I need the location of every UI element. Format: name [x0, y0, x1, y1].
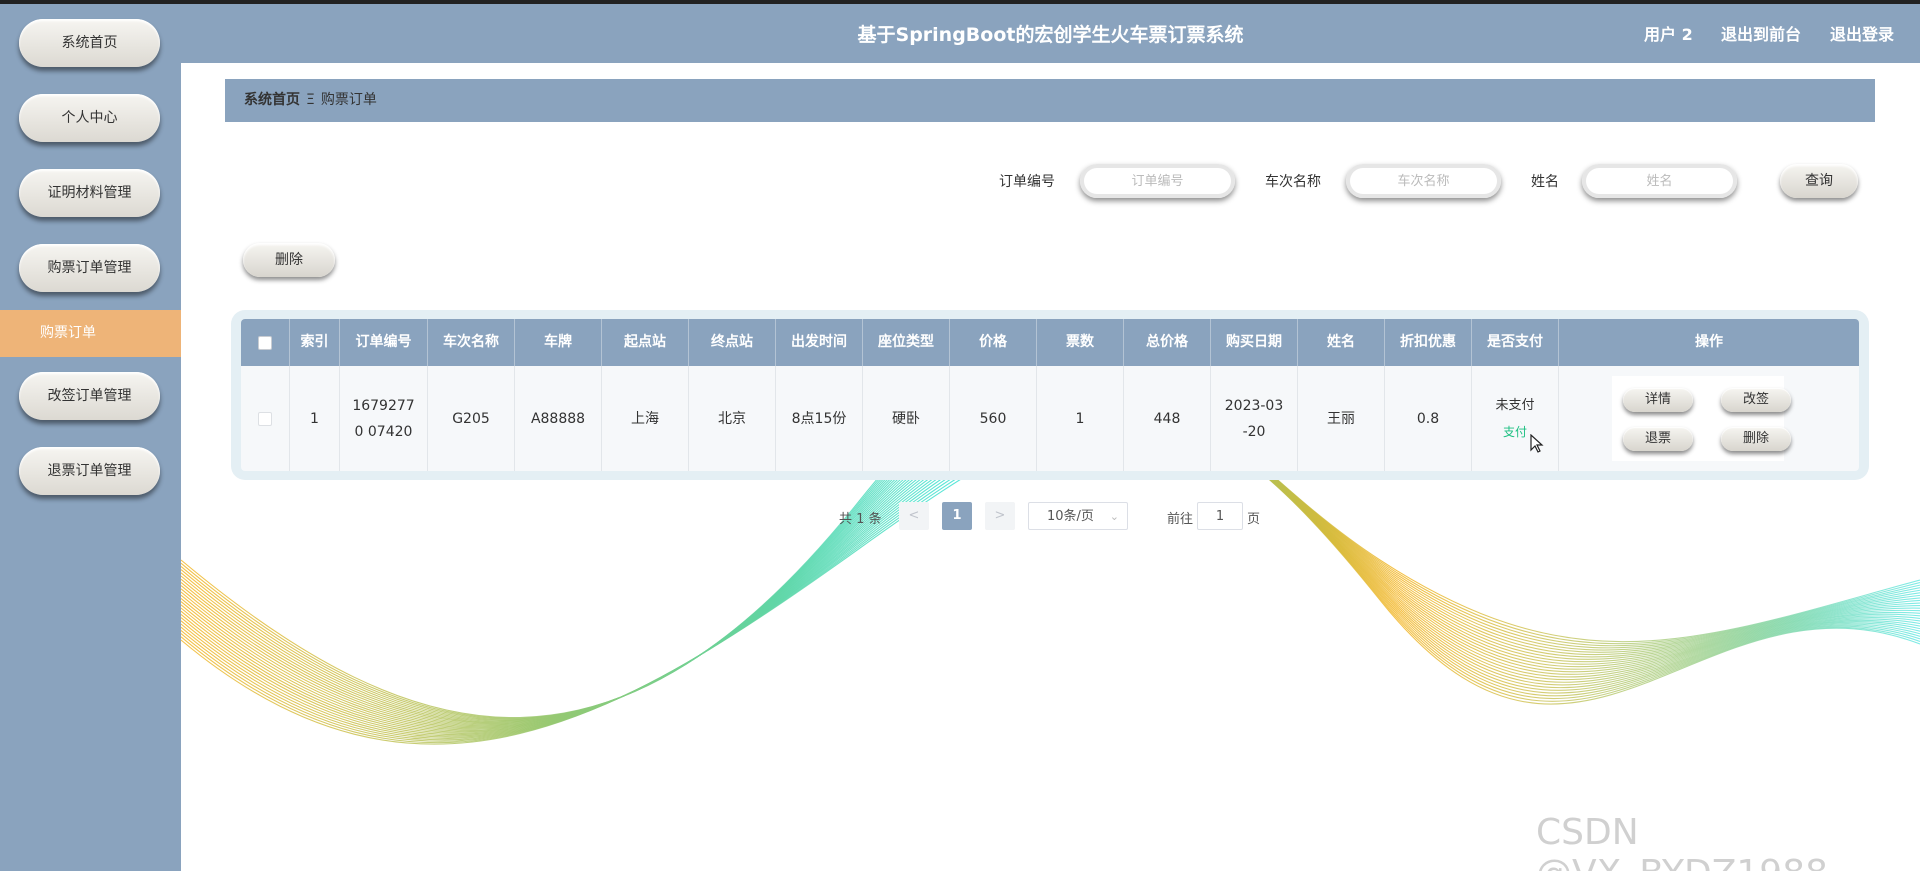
- detail-button[interactable]: 详情: [1623, 388, 1693, 412]
- breadcrumb-home[interactable]: 系统首页: [244, 92, 300, 108]
- cell-date: 2023-03-20: [1211, 366, 1298, 471]
- cell-paid: 未支付 支付: [1472, 366, 1559, 471]
- col-header-paid: 是否支付: [1472, 319, 1559, 366]
- prev-page-button[interactable]: <: [899, 502, 929, 530]
- select-all-checkbox[interactable]: [258, 335, 272, 350]
- cell-train: G205: [428, 366, 515, 471]
- paid-status: 未支付: [1495, 397, 1535, 413]
- page-1-button[interactable]: 1: [942, 502, 972, 530]
- watermark: CSDN @VX_BYDZ1988: [1536, 812, 1828, 871]
- cell-price: 560: [950, 366, 1037, 471]
- cell-to: 北京: [689, 366, 776, 471]
- col-header-index: 索引: [290, 319, 340, 366]
- col-header-train: 车次名称: [428, 319, 515, 366]
- cell-order-no: 16792770 07420: [340, 366, 428, 471]
- breadcrumb-current: 购票订单: [320, 92, 377, 108]
- goto-label: 前往: [1167, 512, 1194, 527]
- name-label: 姓名: [1531, 174, 1559, 190]
- cell-index: 1: [290, 366, 340, 471]
- cell-discount: 0.8: [1385, 366, 1472, 471]
- col-header-discount: 折扣优惠: [1385, 319, 1472, 366]
- header: 基于SpringBoot的宏创学生火车票订票系统 用户 2 退出到前台 退出登录: [181, 4, 1920, 63]
- logout-link[interactable]: 退出登录: [1830, 4, 1894, 66]
- order-no-label: 订单编号: [999, 174, 1055, 190]
- order-no-input[interactable]: [1080, 164, 1235, 198]
- delete-button[interactable]: 删除: [1721, 427, 1791, 451]
- goto-suffix: 页: [1247, 512, 1261, 527]
- row-checkbox[interactable]: [258, 411, 272, 426]
- col-header-ops: 操作: [1695, 334, 1723, 350]
- cell-depart: 8点15份: [776, 366, 863, 471]
- batch-delete-button[interactable]: 删除: [243, 243, 335, 277]
- col-header-from: 起点站: [602, 319, 689, 366]
- col-header-name: 姓名: [1298, 319, 1385, 366]
- sidebar-item-ticket-order-management[interactable]: 购票订单管理: [19, 244, 160, 292]
- train-name-input[interactable]: [1346, 164, 1501, 198]
- query-button[interactable]: 查询: [1780, 164, 1858, 198]
- sidebar-item-refund-management[interactable]: 退票订单管理: [19, 447, 160, 495]
- pay-link[interactable]: 支付: [1503, 419, 1527, 445]
- col-header-seat: 座位类型: [863, 319, 950, 366]
- train-name-label: 车次名称: [1265, 174, 1321, 190]
- col-header-price: 价格: [950, 319, 1037, 366]
- col-header-total: 总价格: [1124, 319, 1211, 366]
- table-header: 索引 订单编号 车次名称 车牌 起点站 终点站 出发时间 座位类型 价格 票数 …: [241, 319, 1859, 366]
- col-header-to: 终点站: [689, 319, 776, 366]
- breadcrumb: 系统首页 Ξ 购票订单: [225, 79, 1875, 122]
- cell-ops: 详情 改签 退票 删除: [1559, 366, 1859, 471]
- sidebar-item-proof-materials[interactable]: 证明材料管理: [19, 169, 160, 217]
- col-header-plate: 车牌: [515, 319, 602, 366]
- cell-seat: 硬卧: [863, 366, 950, 471]
- orders-table: 索引 订单编号 车次名称 车牌 起点站 终点站 出发时间 座位类型 价格 票数 …: [231, 310, 1869, 480]
- page-size-select[interactable]: 10条/页 ⌄: [1028, 502, 1128, 530]
- row-select-cell: [241, 366, 290, 471]
- col-header-depart: 出发时间: [776, 319, 863, 366]
- col-header-date: 购买日期: [1211, 319, 1298, 366]
- sidebar-item-ticket-orders[interactable]: 购票订单: [0, 310, 181, 357]
- breadcrumb-separator: Ξ: [306, 92, 315, 108]
- user-label[interactable]: 用户 2: [1644, 4, 1693, 66]
- sidebar: 系统首页 个人中心 证明材料管理 购票订单管理 购票订单 改签订单管理 退票订单…: [0, 4, 181, 871]
- cell-total: 448: [1124, 366, 1211, 471]
- cursor-icon: [1530, 434, 1544, 453]
- col-header-count: 票数: [1037, 319, 1124, 366]
- cell-plate: A88888: [515, 366, 602, 471]
- cell-name: 王丽: [1298, 366, 1385, 471]
- name-input[interactable]: [1582, 164, 1737, 198]
- refund-button[interactable]: 退票: [1623, 427, 1693, 451]
- sidebar-item-reschedule-management[interactable]: 改签订单管理: [19, 372, 160, 420]
- chevron-down-icon: ⌄: [1109, 510, 1119, 523]
- back-to-front-link[interactable]: 退出到前台: [1721, 4, 1801, 66]
- pagination-total: 共 1 条: [839, 512, 882, 527]
- cell-from: 上海: [602, 366, 689, 471]
- select-all-cell: [241, 319, 290, 366]
- reschedule-button[interactable]: 改签: [1721, 388, 1791, 412]
- next-page-button[interactable]: >: [985, 502, 1015, 530]
- col-header-order-no: 订单编号: [340, 319, 428, 366]
- goto-page-input[interactable]: 1: [1197, 502, 1243, 530]
- sidebar-item-personal-center[interactable]: 个人中心: [19, 94, 160, 142]
- pagination: 共 1 条 < 1 > 10条/页 ⌄ 前往 1 页: [0, 502, 1920, 532]
- sidebar-item-home[interactable]: 系统首页: [19, 19, 160, 67]
- cell-count: 1: [1037, 366, 1124, 471]
